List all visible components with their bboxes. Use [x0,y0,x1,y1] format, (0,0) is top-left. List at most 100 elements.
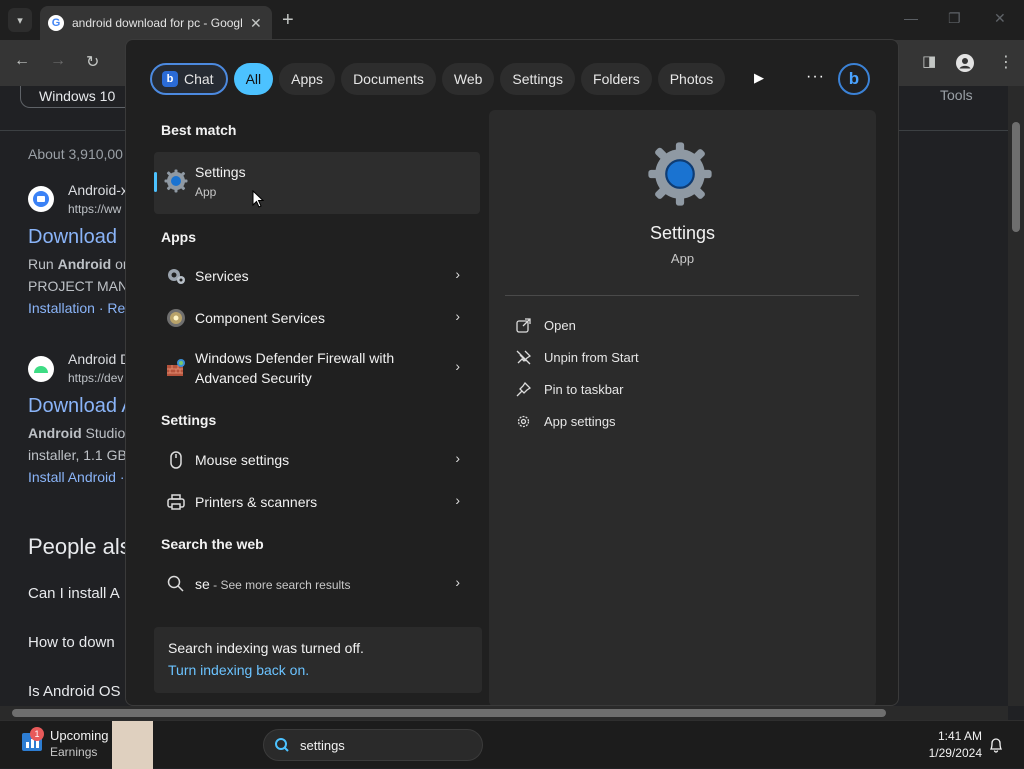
action-unpin-from-start[interactable]: Unpin from Start [515,349,639,365]
clock-time[interactable]: 1:41 AM [930,729,982,743]
indexing-notice: Search indexing was turned off. Turn ind… [154,627,482,693]
component-services-icon [167,309,185,327]
result-sitelinks[interactable]: Install Android · [28,469,125,485]
pill-label: Chat [184,71,214,87]
side-panel-icon[interactable]: ◨ [922,52,936,70]
action-app-settings[interactable]: App settings [515,413,616,429]
gear-icon [515,413,531,429]
filter-photos-button[interactable]: Photos [657,63,726,95]
firewall-icon [167,359,185,376]
action-pin-to-taskbar[interactable]: Pin to taskbar [515,381,624,397]
filter-folders-button[interactable]: Folders [581,63,652,95]
widget-subtitle[interactable]: Earnings [50,745,97,759]
taskbar: 1 Upcoming Earnings settings 1:41 AM 1/2… [0,720,1024,769]
filter-chip-windows-10[interactable]: Windows 10 [20,86,135,108]
chevron-right-icon[interactable]: › [455,492,460,508]
paa-question[interactable]: How to down [28,634,115,651]
results-list: Best match Settings App Apps Services › … [126,110,488,705]
app-item-services[interactable]: Services › [154,258,480,294]
reload-icon[interactable]: ↻ [86,52,99,72]
settings-item-mouse[interactable]: Mouse settings › [154,442,480,478]
app-item-label-line1: Windows Defender Firewall with [195,350,395,366]
chevron-right-icon[interactable]: › [455,266,460,282]
result-title-link[interactable]: Download A [28,395,135,418]
chevron-right-icon[interactable]: › [455,308,460,324]
snippet-bold: Android [57,256,112,272]
app-item-label: Component Services [195,310,325,326]
kebab-menu-icon[interactable]: ⋮ [998,52,1014,72]
taskbar-app-thumbnail[interactable] [112,721,153,769]
people-also-ask-heading: People als [28,534,131,559]
preview-app-name: Settings [649,223,716,243]
restore-icon[interactable]: ❐ [948,10,961,27]
tools-button[interactable]: Tools [940,87,973,103]
result-stats: About 3,910,00 [28,146,123,162]
chevron-right-icon[interactable]: › [455,574,460,590]
tab-close-icon[interactable]: ✕ [250,15,262,32]
result-sitelinks[interactable]: Installation · Re [28,300,125,316]
tab-search-chevron-icon[interactable]: ▾ [8,8,32,32]
result-title-link[interactable]: Download [28,226,117,249]
settings-gear-icon [164,169,188,193]
notification-bell-icon[interactable] [989,737,1003,753]
filter-documents-button[interactable]: Documents [341,63,436,95]
result-snippet: Run Android on [28,256,131,272]
result-snippet-line: PROJECT MANA [28,278,138,294]
forward-arrow-icon[interactable]: → [50,52,66,70]
action-open[interactable]: Open [515,317,576,333]
filter-all-button[interactable]: All [233,63,274,95]
profile-avatar-icon[interactable] [956,54,974,72]
indexing-notice-text: Search indexing was turned off. [168,640,364,656]
search-icon [275,738,289,752]
printer-icon [167,494,185,510]
search-input[interactable]: settings [300,738,345,753]
chevron-right-icon[interactable]: › [455,358,460,374]
filter-web-button[interactable]: Web [441,63,495,95]
snippet-text: Run [28,256,58,272]
app-item-windows-defender-firewall[interactable]: Windows Defender Firewall with Advanced … [154,342,480,394]
best-match-kind: App [195,185,217,199]
widget-title[interactable]: Upcoming [50,728,109,743]
more-options-icon[interactable]: ··· [806,68,825,86]
divider [505,295,859,296]
filter-settings-button[interactable]: Settings [500,63,576,95]
settings-item-printers[interactable]: Printers & scanners › [154,484,480,520]
result-site-name: Android-x [68,182,128,198]
horizontal-scrollbar[interactable] [0,706,1008,720]
minimize-icon[interactable]: — [904,10,918,26]
best-match-item[interactable]: Settings App [154,152,480,214]
google-favicon-icon: G [48,15,64,31]
app-item-component-services[interactable]: Component Services › [154,300,480,336]
browser-tab[interactable]: G android download for pc - Google ✕ [40,6,272,40]
apps-heading: Apps [161,229,196,245]
window-close-icon[interactable]: ✕ [994,10,1006,27]
result-url: https://dev [68,371,124,385]
paa-question[interactable]: Is Android OS [28,683,121,700]
play-more-filters-icon[interactable]: ▶ [754,70,764,86]
preview-pane: Settings App Open Unpin from Start Pin t… [489,110,876,705]
scroll-thumb[interactable] [12,709,886,717]
web-search-label: se - See more search results [195,574,351,595]
bing-logo-icon[interactable]: b [838,63,870,95]
mouse-icon [170,451,182,469]
android-favicon-icon [28,356,54,382]
filter-apps-button[interactable]: Apps [279,63,336,95]
vertical-scrollbar[interactable] [1008,86,1024,706]
back-arrow-icon[interactable]: ← [14,52,30,70]
paa-question[interactable]: Can I install A [28,585,120,602]
scroll-thumb[interactable] [1012,122,1020,232]
chevron-right-icon[interactable]: › [455,450,460,466]
snippet-text: Studio [81,425,126,441]
search-web-heading: Search the web [161,536,264,552]
settings-heading: Settings [161,412,217,428]
filter-chat-button[interactable]: b Chat [150,63,228,95]
new-tab-icon[interactable]: + [282,8,294,32]
web-hint: - See more search results [209,578,351,592]
turn-indexing-on-link[interactable]: Turn indexing back on. [168,662,309,678]
taskbar-search-box[interactable]: settings [263,729,483,761]
web-search-item[interactable]: se - See more search results › [154,566,480,602]
app-item-label-line2: Advanced Security [195,370,312,386]
services-gears-icon [168,269,185,284]
clock-date[interactable]: 1/29/2024 [920,746,982,760]
pin-icon [515,381,531,397]
